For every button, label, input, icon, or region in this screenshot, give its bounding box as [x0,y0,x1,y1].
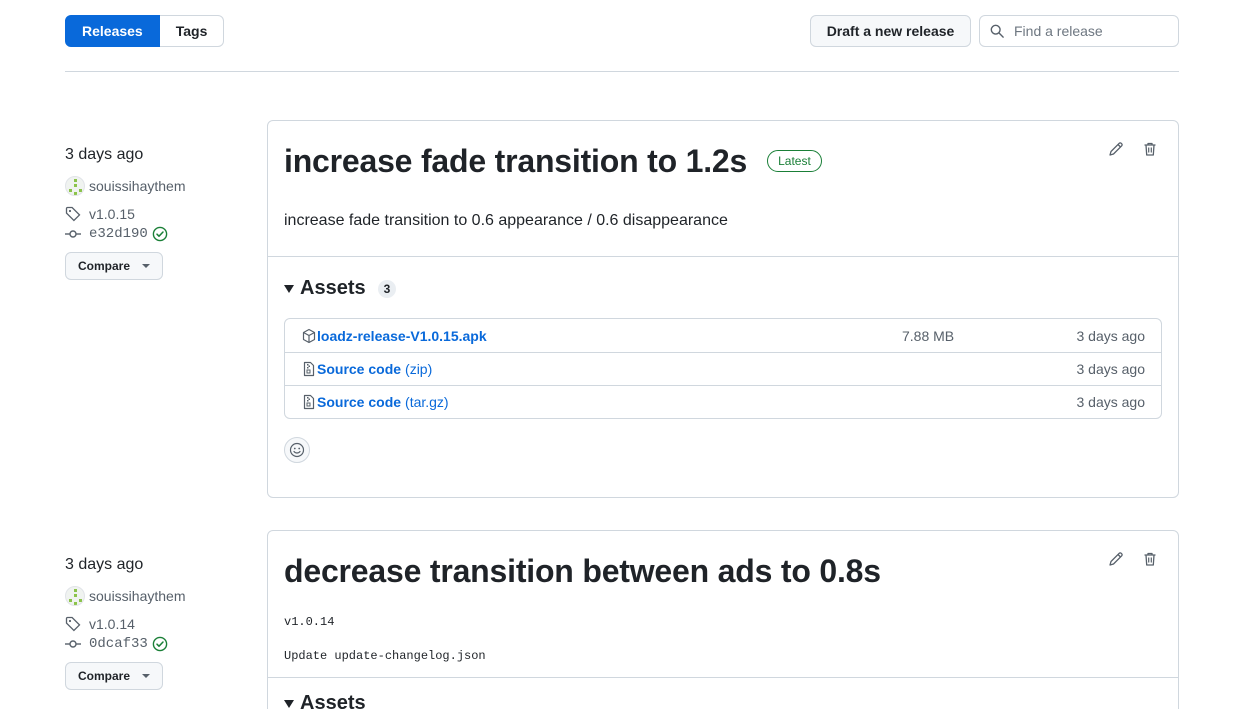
delete-trash-icon[interactable] [1142,141,1158,157]
header-divider [65,71,1179,72]
release-commit[interactable]: e32d190 [65,226,255,242]
assets-count-badge: 3 [377,279,397,298]
package-icon [302,328,316,343]
releases-tags-nav: Releases Tags [65,15,225,47]
release-card: decrease transition between ads to 0.8s … [267,530,1179,709]
release-body-line: v1.0.14 [284,615,335,629]
chevron-down-icon [142,264,151,268]
release-author[interactable]: souissihaythem [65,176,255,196]
commit-icon [65,640,81,648]
asset-size: 7.88 MB [902,327,955,344]
release-title[interactable]: decrease transition between ads to 0.8s [284,547,881,595]
tag-label[interactable]: v1.0.15 [89,206,135,222]
latest-badge: Latest [767,150,822,172]
assets-title[interactable]: Assets [300,277,366,300]
tag-icon [65,206,81,222]
asset-ext[interactable]: (tar.gz) [405,394,449,410]
file-zip-icon [303,394,315,410]
asset-ext[interactable]: (zip) [405,361,432,377]
asset-row[interactable]: loadz-release-V1.0.15.apk 7.88 MB 3 days… [285,319,1161,352]
file-zip-icon [303,361,315,377]
compare-button[interactable]: Compare [65,252,163,280]
delete-trash-icon[interactable] [1142,551,1158,567]
verified-check-icon [152,226,168,242]
release-date: 3 days ago [65,556,144,573]
smiley-icon [289,442,305,458]
release-body-line: Update update-changelog.json [284,649,486,663]
assets-toggle[interactable]: Assets 3 [268,257,1178,300]
verified-check-icon [152,636,168,652]
asset-date: 3 days ago [1076,327,1146,344]
release-date: 3 days ago [65,146,144,163]
disclosure-triangle-icon [284,284,294,293]
release-meta: 3 days ago souissihaythem v1.0.14 0dcaf3… [65,556,255,690]
compare-label: Compare [78,259,131,273]
avatar [65,586,85,606]
asset-row[interactable]: Source code (tar.gz) 3 days ago [285,385,1161,418]
compare-button[interactable]: Compare [65,662,163,690]
compare-label: Compare [78,669,131,683]
release-author[interactable]: souissihaythem [65,586,255,606]
search-input[interactable] [1014,23,1164,39]
edit-pencil-icon[interactable] [1108,141,1124,157]
author-name[interactable]: souissihaythem [89,178,186,194]
tag-label[interactable]: v1.0.14 [89,616,135,632]
asset-date: 3 days ago [1076,361,1146,377]
find-release-search[interactable] [979,15,1179,47]
release-meta: 3 days ago souissihaythem v1.0.15 e32d19… [65,146,255,280]
asset-link[interactable]: loadz-release-V1.0.15.apk [317,328,487,344]
release-card: increase fade transition to 1.2s Latest … [267,120,1179,498]
assets-toggle[interactable]: Assets [268,678,1178,709]
asset-date: 3 days ago [1076,394,1146,410]
asset-row[interactable]: Source code (zip) 3 days ago [285,352,1161,385]
release-description: increase fade transition to 0.6 appearan… [284,212,728,229]
add-reaction-button[interactable] [284,437,310,463]
release-tag[interactable]: v1.0.15 [65,206,255,222]
disclosure-triangle-icon [284,699,294,708]
search-icon [990,24,1004,38]
releases-tab[interactable]: Releases [65,15,160,47]
author-name[interactable]: souissihaythem [89,588,186,604]
commit-sha[interactable]: 0dcaf33 [89,636,148,652]
assets-list: loadz-release-V1.0.15.apk 7.88 MB 3 days… [284,318,1162,419]
tag-icon [65,616,81,632]
draft-new-release-button[interactable]: Draft a new release [810,15,971,47]
release-title[interactable]: increase fade transition to 1.2s [284,137,747,185]
asset-link[interactable]: Source code [317,361,401,377]
commit-icon [65,230,81,238]
avatar [65,176,85,196]
release-tag[interactable]: v1.0.14 [65,616,255,632]
chevron-down-icon [142,674,151,678]
commit-sha[interactable]: e32d190 [89,226,148,242]
tags-tab[interactable]: Tags [159,15,225,47]
release-commit[interactable]: 0dcaf33 [65,636,255,652]
edit-pencil-icon[interactable] [1108,551,1124,567]
asset-link[interactable]: Source code [317,394,401,410]
assets-title[interactable]: Assets [300,692,366,709]
